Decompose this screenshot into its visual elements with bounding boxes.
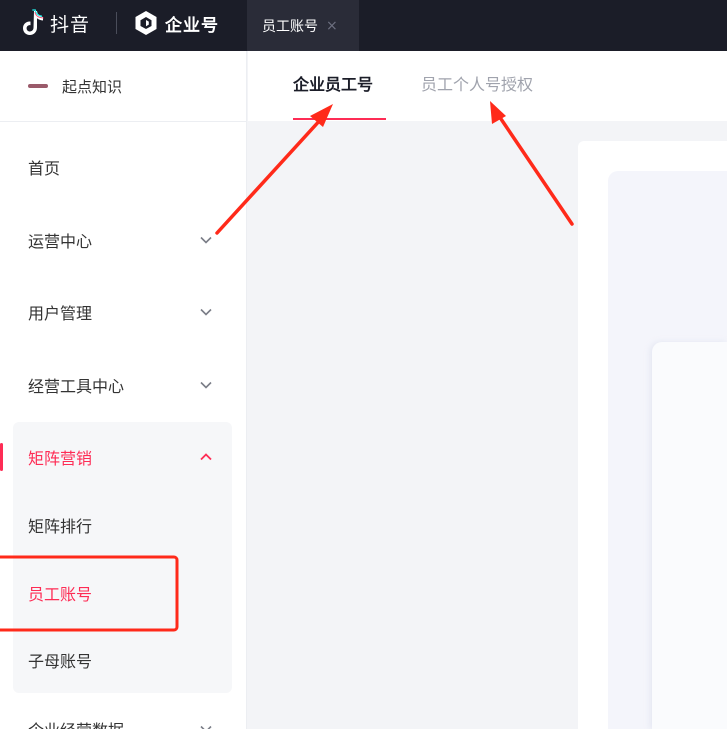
- topbar-divider: [116, 12, 117, 34]
- douyin-note-icon: [23, 9, 44, 35]
- tab-employee-personal-auth[interactable]: 员工个人号授权: [421, 71, 533, 95]
- sidebar-item-label: 运营中心: [28, 232, 93, 251]
- sidebar-item-label: 用户管理: [28, 304, 93, 323]
- sidebar-item-label: 子母账号: [28, 652, 93, 671]
- org-logo: [28, 84, 48, 88]
- open-tab-employee-accounts[interactable]: 员工账号 ×: [247, 0, 359, 51]
- chevron-down-icon: [200, 381, 212, 389]
- sidebar-item-label: 员工账号: [28, 585, 93, 604]
- app-window: 抖音 企业号 员工账号 × 起点知识 首页 运营中心 用户管理 经营工具中心 矩…: [0, 0, 727, 729]
- brand-label: 抖音: [50, 13, 91, 36]
- sidebar-item-parent-child-accounts[interactable]: 子母账号: [0, 642, 247, 678]
- top-bar: 抖音 企业号 员工账号 ×: [0, 0, 727, 51]
- close-icon[interactable]: ×: [326, 18, 338, 34]
- sidebar-item-home[interactable]: 首页: [0, 149, 247, 185]
- active-tab-underline: [293, 118, 386, 120]
- sidebar-item-matrix-ranking[interactable]: 矩阵排行: [0, 507, 247, 543]
- sidebar-item-label: 矩阵营销: [28, 449, 93, 468]
- sidebar-item-users[interactable]: 用户管理: [0, 294, 247, 330]
- tab-enterprise-employee[interactable]: 企业员工号: [293, 71, 373, 95]
- sidebar-item-operations[interactable]: 运营中心: [0, 222, 247, 258]
- org-switcher[interactable]: 起点知识: [0, 51, 247, 122]
- enterprise-brand[interactable]: 企业号: [133, 8, 219, 38]
- sidebar-item-employee-accounts[interactable]: 员工账号: [0, 575, 247, 611]
- sidebar: 起点知识 首页 运营中心 用户管理 经营工具中心 矩阵营销 矩阵排行 员工账号: [0, 51, 247, 729]
- chevron-down-icon: [200, 725, 212, 729]
- open-tab-label: 员工账号: [262, 18, 318, 35]
- sidebar-item-enterprise-data[interactable]: 企业经营数据: [0, 711, 247, 729]
- sidebar-item-label: 首页: [28, 159, 61, 178]
- sidebar-item-label: 企业经营数据: [28, 717, 247, 729]
- sidebar-item-matrix-marketing[interactable]: 矩阵营销: [0, 439, 247, 475]
- org-name: 起点知识: [62, 77, 123, 96]
- content-tab-bar: 企业员工号 员工个人号授权: [248, 51, 727, 121]
- sidebar-item-label: 经营工具中心: [28, 377, 125, 396]
- content-card-nested-panel: [652, 342, 727, 729]
- product-label: 企业号: [165, 15, 219, 36]
- chevron-down-icon: [200, 236, 212, 244]
- sidebar-item-business-tools[interactable]: 经营工具中心: [0, 367, 247, 403]
- enterprise-hexagon-icon: [135, 11, 157, 35]
- chevron-down-icon: [200, 308, 212, 316]
- sidebar-item-label: 矩阵排行: [28, 517, 93, 536]
- chevron-up-icon: [200, 453, 212, 461]
- douyin-brand[interactable]: 抖音: [20, 8, 90, 38]
